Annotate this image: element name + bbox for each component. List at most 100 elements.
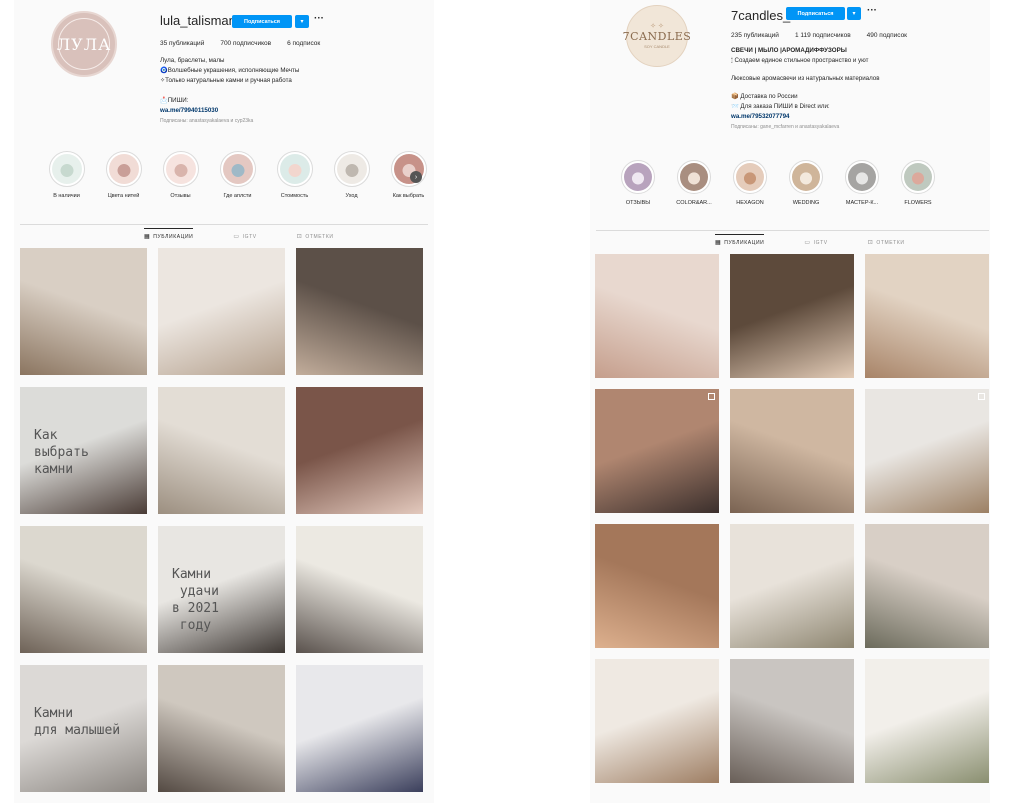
- follow-button[interactable]: Подписаться: [786, 7, 845, 20]
- post-thumbnail[interactable]: [595, 389, 719, 513]
- tabs-divider: [20, 224, 428, 225]
- suggestions-dropdown-button[interactable]: ▾: [847, 7, 861, 20]
- follow-button[interactable]: Подписаться: [232, 15, 292, 28]
- highlight-item[interactable]: МАСТЕР-К...: [834, 160, 890, 206]
- post-thumbnail[interactable]: Камни удачи в 2021 году: [158, 526, 285, 653]
- highlight-item[interactable]: HEXAGON: [722, 160, 778, 206]
- tab-igtv[interactable]: ▭ IGTV: [804, 239, 827, 247]
- post-thumbnail[interactable]: [296, 387, 423, 514]
- post-thumbnail[interactable]: [595, 659, 719, 783]
- story-highlights: ОТЗЫВЫ COLOR&AR... HEXAGON WEDDING МАСТЕР-К.…: [610, 160, 946, 206]
- post-thumbnail[interactable]: [158, 665, 285, 792]
- post-thumbnail[interactable]: [730, 254, 854, 378]
- username: lula_talisman: [160, 13, 236, 28]
- posts-count: 35 публикаций: [160, 40, 205, 47]
- profile-avatar[interactable]: ЛУЛА: [51, 11, 117, 77]
- post-thumbnail[interactable]: [865, 389, 989, 513]
- highlight-item[interactable]: Как выбрать: [380, 151, 437, 199]
- post-thumbnail[interactable]: [20, 248, 147, 375]
- highlight-ring: [333, 151, 370, 187]
- highlight-item[interactable]: COLOR&AR...: [666, 160, 722, 206]
- highlight-label: Отзывы: [170, 193, 191, 199]
- tab-posts[interactable]: ▦ ПУБЛИКАЦИИ: [144, 228, 194, 240]
- highlight-ring: [621, 160, 655, 194]
- highlight-label: Как выбрать: [392, 193, 425, 199]
- post-thumbnail[interactable]: [595, 524, 719, 648]
- post-thumbnail[interactable]: [595, 254, 719, 378]
- highlight-item[interactable]: FLOWERS: [890, 160, 946, 206]
- chevron-right-icon[interactable]: ›: [410, 171, 422, 183]
- more-options-button[interactable]: ···: [314, 13, 324, 24]
- profile-stats: 35 публикаций 700 подписчиков 6 подписок: [160, 40, 336, 47]
- highlight-cover: [108, 154, 139, 184]
- highlight-item[interactable]: Где аплсти: [209, 151, 266, 199]
- post-thumbnail[interactable]: Как выбрать камни: [20, 387, 147, 514]
- highlight-cover: [680, 163, 708, 191]
- followers-count[interactable]: 1 119 подписчиков: [795, 32, 851, 39]
- post-thumbnail[interactable]: [865, 659, 989, 783]
- highlight-cover: [165, 154, 196, 184]
- tab-igtv[interactable]: ▭ IGTV: [233, 233, 256, 241]
- suggestions-dropdown-button[interactable]: ▾: [295, 15, 309, 28]
- tab-tagged[interactable]: ⊡ ОТМЕТКИ: [868, 239, 905, 247]
- profile-bio: Лула, браслеты, малы 🧿Волшебные украшени…: [160, 56, 299, 126]
- bio-line: ✧Только натуральные камни и ручная работ…: [160, 77, 292, 84]
- highlight-item[interactable]: ОТЗЫВЫ: [610, 160, 666, 206]
- posts-grid: [595, 254, 989, 783]
- tab-tagged[interactable]: ⊡ ОТМЕТКИ: [297, 233, 334, 241]
- profile-bio: СВЕЧИ | МЫЛО |АРОМАДИФФУЗОРЫ 🕯 Создаем е…: [731, 46, 880, 132]
- highlight-ring: [105, 151, 142, 187]
- post-thumbnail[interactable]: [730, 389, 854, 513]
- bio-link[interactable]: wa.me/79940115030: [160, 106, 299, 116]
- highlight-label: Уход: [345, 193, 358, 199]
- highlight-item[interactable]: Стоимость: [266, 151, 323, 199]
- grid-icon: ▦: [144, 234, 151, 240]
- highlight-label: FLOWERS: [904, 200, 932, 206]
- post-caption-overlay: Камни для малышей: [34, 706, 121, 738]
- bio-link[interactable]: wa.me/79532077794: [731, 112, 880, 122]
- tv-icon: ▭: [804, 240, 811, 246]
- profile-avatar[interactable]: ✧ ✧ 7CANDLES SOY CANDLE: [623, 5, 691, 67]
- post-thumbnail[interactable]: [296, 665, 423, 792]
- following-count[interactable]: 490 подписок: [867, 32, 907, 39]
- post-thumbnail[interactable]: [865, 254, 989, 378]
- highlight-cover: [51, 154, 82, 184]
- followers-count[interactable]: 700 подписчиков: [220, 40, 271, 47]
- post-thumbnail[interactable]: [20, 526, 147, 653]
- bio-line: Лула, браслеты, малы: [160, 57, 225, 64]
- followed-by[interactable]: Подписаны: anastasyakalaeva и cyp23ka: [160, 116, 299, 126]
- highlight-ring: [789, 160, 823, 194]
- highlight-label: В наличии: [53, 193, 80, 199]
- post-thumbnail[interactable]: [730, 524, 854, 648]
- highlight-label: HEXAGON: [736, 200, 764, 206]
- bio-spacer: [731, 66, 880, 74]
- highlight-ring: [162, 151, 199, 187]
- highlight-cover: [904, 163, 932, 191]
- tab-posts[interactable]: ▦ ПУБЛИКАЦИИ: [715, 234, 765, 246]
- post-thumbnail[interactable]: [158, 248, 285, 375]
- highlight-item[interactable]: Отзывы: [152, 151, 209, 199]
- followed-by[interactable]: Подписаны: gane_mcfarren и anastasyakala…: [731, 122, 880, 132]
- bio-spacer: [160, 86, 299, 96]
- highlight-item[interactable]: Цвета нитей: [95, 151, 152, 199]
- post-thumbnail[interactable]: [730, 659, 854, 783]
- post-thumbnail[interactable]: [296, 526, 423, 653]
- bio-line: 📩ПИШИ:: [160, 97, 189, 104]
- post-thumbnail[interactable]: Камни для малышей: [20, 665, 147, 792]
- post-thumbnail[interactable]: [296, 248, 423, 375]
- profile-7candles: ✧ ✧ 7CANDLES SOY CANDLE 7candles_ Подпис…: [590, 0, 990, 803]
- following-count[interactable]: 6 подписок: [287, 40, 320, 47]
- grid-icon: ▦: [715, 240, 722, 246]
- highlight-item[interactable]: WEDDING: [778, 160, 834, 206]
- multi-post-icon: [708, 393, 715, 400]
- post-thumbnail[interactable]: [158, 387, 285, 514]
- highlight-item[interactable]: В наличии: [38, 151, 95, 199]
- post-thumbnail[interactable]: [865, 524, 989, 648]
- highlight-item[interactable]: Уход: [323, 151, 380, 199]
- highlight-ring: [219, 151, 256, 187]
- profile-stats: 235 публикаций 1 119 подписчиков 490 под…: [731, 32, 923, 39]
- more-options-button[interactable]: ···: [867, 5, 877, 16]
- highlight-ring: [48, 151, 85, 187]
- highlight-ring: [390, 151, 427, 187]
- highlight-ring: [733, 160, 767, 194]
